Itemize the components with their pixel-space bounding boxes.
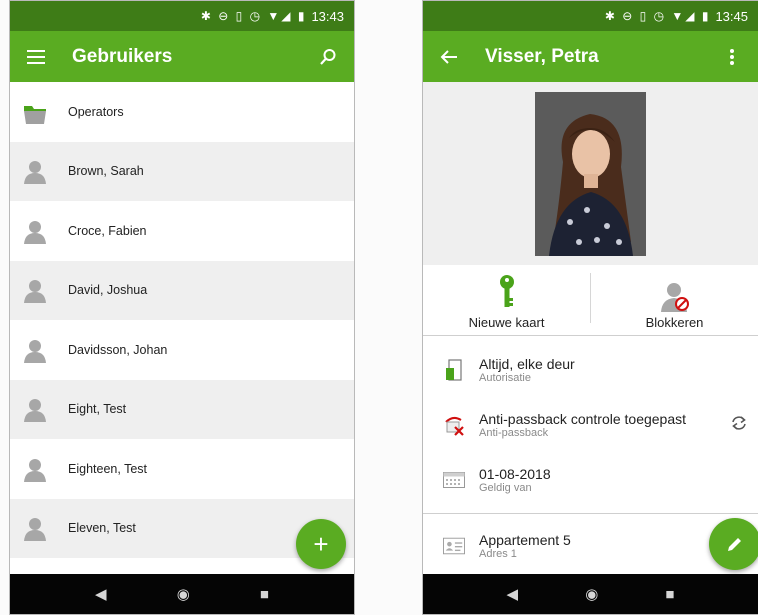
photo-area: [423, 82, 758, 265]
action-row: Nieuwe kaart Blokkeren: [423, 265, 758, 336]
user-list-item[interactable]: Davidsson, Johan: [10, 320, 354, 380]
user-name-title: Visser, Petra: [485, 45, 599, 67]
status-icons: ✱ ⊖ ▯ ◷ ▼◢ ▮: [200, 9, 307, 23]
anti-passback-label: Anti-passback: [479, 426, 549, 439]
folder-icon: [22, 99, 48, 125]
authorization-value: Altijd, elke deur: [479, 355, 575, 372]
user-avatar-icon: [22, 277, 48, 304]
user-avatar-icon: [22, 337, 48, 363]
address-row[interactable]: Appartement 5 Adres 1: [423, 518, 758, 573]
more-vert-icon[interactable]: [718, 43, 746, 71]
new-card-button[interactable]: Nieuwe kaart: [423, 265, 590, 335]
user-list-item[interactable]: Croce, Fabien: [10, 201, 354, 261]
user-avatar-icon: [22, 456, 48, 482]
details-list: Altijd, elke deur Autorisatie Anti-passb…: [423, 342, 758, 573]
system-nav-bar: ◀ ◉ ■: [423, 574, 758, 614]
back-arrow-icon[interactable]: [435, 43, 463, 71]
user-photo[interactable]: [535, 91, 646, 256]
list-item-label: Davidsson, Johan: [68, 342, 168, 357]
sync-icon[interactable]: [730, 415, 748, 436]
anti-passback-row[interactable]: Anti-passback controle toegepast Anti-pa…: [423, 397, 758, 452]
user-avatar-icon: [22, 158, 48, 185]
user-list-item[interactable]: David, Joshua: [10, 260, 354, 320]
nav-back-button[interactable]: ◀: [95, 585, 107, 603]
user-detail-screen: ✱ ⊖ ▯ ◷ ▼◢ ▮ 13:45 Visser, Petra Nieuwe …: [422, 0, 758, 615]
list-item-label: Eleven, Test: [68, 521, 136, 536]
user-list: Operators Brown, Sarah Croce, Fabien David,…: [10, 82, 354, 558]
system-nav-bar: ◀ ◉ ■: [10, 574, 354, 614]
nav-recents-button[interactable]: ■: [260, 586, 269, 603]
plus-icon: +: [313, 528, 329, 559]
user-list-screen: ✱ ⊖ ▯ ◷ ▼◢ ▮ 13:43 Gebruikers Operators B…: [9, 0, 355, 615]
status-icons: ✱ ⊖ ▯ ◷ ▼◢ ▮: [604, 9, 711, 23]
valid-from-value: 01-08-2018: [479, 465, 551, 482]
folder-item[interactable]: Operators: [10, 82, 354, 142]
anti-passback-value: Anti-passback controle toegepast: [479, 410, 687, 427]
user-list-item[interactable]: Eight, Test: [10, 379, 354, 439]
list-item-label: David, Joshua: [68, 283, 148, 298]
key-icon: [498, 274, 516, 315]
list-item-label: Eight, Test: [68, 402, 127, 417]
nav-home-button[interactable]: ◉: [585, 585, 598, 603]
menu-icon[interactable]: [22, 43, 50, 71]
user-avatar-icon: [22, 515, 48, 542]
user-list-item[interactable]: Brown, Sarah: [10, 141, 354, 201]
nav-back-button[interactable]: ◀: [507, 585, 519, 603]
list-item-label: Operators: [68, 104, 124, 119]
section-divider: [423, 513, 758, 514]
list-item-label: Croce, Fabien: [68, 223, 147, 238]
status-bar: ✱ ⊖ ▯ ◷ ▼◢ ▮ 13:43: [10, 1, 354, 31]
user-list-item[interactable]: Eighteen, Test: [10, 439, 354, 499]
block-label: Blokkeren: [645, 315, 704, 330]
app-bar: Visser, Petra: [423, 31, 758, 82]
address-value: Appartement 5: [479, 531, 571, 548]
address-card-icon: [443, 535, 465, 557]
status-time: 13:43: [311, 8, 344, 24]
status-bar: ✱ ⊖ ▯ ◷ ▼◢ ▮ 13:45: [423, 1, 758, 31]
add-user-button[interactable]: +: [296, 519, 346, 569]
valid-from-label: Geldig van: [479, 481, 532, 494]
authorization-row[interactable]: Altijd, elke deur Autorisatie: [423, 342, 758, 397]
list-item-label: Eighteen, Test: [68, 461, 147, 476]
address-label: Adres 1: [479, 547, 517, 560]
screenshot-stage: ✱ ⊖ ▯ ◷ ▼◢ ▮ 13:43 Gebruikers Operators B…: [0, 0, 758, 615]
edit-user-button[interactable]: [709, 518, 758, 570]
authorization-label: Autorisatie: [479, 371, 531, 384]
user-avatar-icon: [22, 218, 48, 244]
user-avatar-icon: [22, 396, 48, 423]
door-icon: [443, 358, 465, 381]
list-item-label: Brown, Sarah: [68, 164, 144, 179]
app-bar: Gebruikers: [10, 31, 354, 82]
status-time: 13:45: [715, 8, 748, 24]
block-user-button[interactable]: Blokkeren: [591, 265, 758, 335]
anti-passback-icon: [443, 414, 465, 436]
valid-from-row[interactable]: 01-08-2018 Geldig van: [423, 452, 758, 507]
page-title: Gebruikers: [72, 45, 173, 67]
pencil-icon: [726, 529, 744, 560]
new-card-label: Nieuwe kaart: [468, 315, 545, 330]
nav-recents-button[interactable]: ■: [665, 586, 674, 603]
nav-home-button[interactable]: ◉: [177, 585, 190, 603]
calendar-icon: [443, 469, 465, 491]
search-icon[interactable]: [314, 43, 342, 71]
block-user-icon: [658, 282, 692, 315]
